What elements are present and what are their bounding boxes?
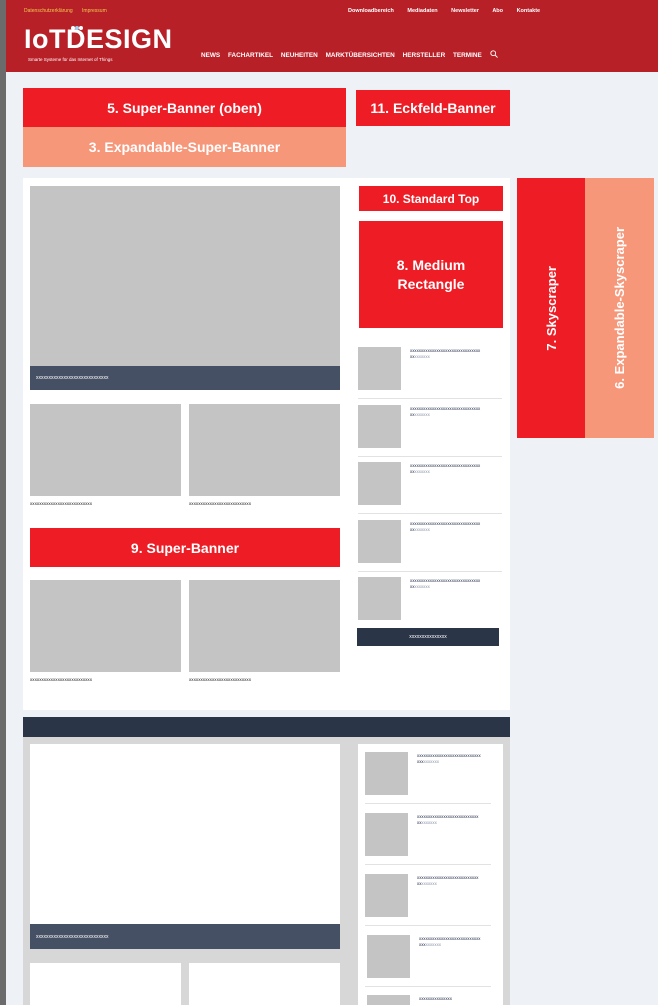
side-item-title[interactable]: xxxxxxxxxxxxxxxxxxxxxxxxxxxx xxxxxxxxx: [417, 814, 497, 826]
divider: [358, 398, 502, 399]
article-caption[interactable]: xxxxxxxxxxxxxxxxxxxxxxxxxxx: [30, 677, 92, 682]
link-newsletter[interactable]: Newsletter: [451, 8, 479, 14]
article-image[interactable]: [30, 404, 181, 496]
side-thumb[interactable]: [365, 813, 408, 856]
article-image[interactable]: [189, 404, 340, 496]
side-item-title[interactable]: xxxxxxxxxxxxxxxxxxxxxxxxxxxxxxxx xxxxxxxx…: [410, 521, 502, 533]
nav-neuheiten[interactable]: NEUHEITEN: [281, 52, 318, 59]
side-thumb[interactable]: [365, 874, 408, 917]
side-item-title[interactable]: xxxxxxxxxxxxxxxxxxxxxxxxxxxxxxxx xxxxxxxx…: [410, 406, 502, 418]
more-articles-button[interactable]: xxxxxxxxxxxxxxx: [357, 628, 499, 646]
link-mediadaten[interactable]: Mediadaten: [407, 8, 437, 14]
divider: [365, 925, 491, 926]
utility-links-right: Downloadbereich Mediadaten Newsletter Ab…: [348, 8, 552, 14]
section-header-bar: [23, 717, 510, 737]
nav-hersteller[interactable]: HERSTELLER: [403, 52, 446, 59]
ad-skyscraper[interactable]: 7. Skyscraper: [517, 178, 585, 438]
article-caption[interactable]: xxxxxxxxxxxxxxxxxxxxxxxxxxx: [189, 501, 251, 506]
side-thumb[interactable]: [365, 752, 408, 795]
nav-fachartikel[interactable]: FACHARTIKEL: [228, 52, 273, 59]
link-downloadbereich[interactable]: Downloadbereich: [348, 8, 394, 14]
logo-tagline: Smarte Systeme für das Internet of Thing…: [28, 57, 113, 62]
article-image[interactable]: [189, 580, 340, 672]
nav-news[interactable]: NEWS: [201, 52, 220, 59]
ad-eckfeld-banner[interactable]: 11. Eckfeld-Banner: [356, 90, 510, 126]
nav-marktuebersichten[interactable]: MARKTÜBERSICHTEN: [326, 52, 395, 59]
article-image[interactable]: [30, 580, 181, 672]
divider: [365, 986, 491, 987]
side-thumb[interactable]: [358, 577, 401, 620]
side-item-title[interactable]: xxxxxxxxxxxxxxx: [419, 996, 497, 1002]
side-item-title[interactable]: xxxxxxxxxxxxxxxxxxxxxxxxxxxxx xxxxxxxxxx: [417, 753, 497, 765]
hero-caption[interactable]: xxxxxxxxxxxxxxxxxxxxxxxxxxxxx: [30, 366, 340, 390]
divider: [358, 571, 502, 572]
ad-super-banner-top[interactable]: 5. Super-Banner (oben): [23, 88, 346, 127]
side-item-title[interactable]: xxxxxxxxxxxxxxxxxxxxxxxxxxxxxxxx xxxxxxxx…: [410, 463, 502, 475]
divider: [358, 456, 502, 457]
link-datenschutz[interactable]: Datenschutzerklärung: [24, 8, 73, 14]
ad-medium-rectangle[interactable]: 8. Medium Rectangle: [359, 221, 503, 328]
page-frame: Datenschutzerklärung Impressum Downloadb…: [0, 0, 658, 1005]
ad-skyscraper-label: 7. Skyscraper: [543, 265, 559, 351]
main-nav: NEWS FACHARTIKEL NEUHEITEN MARKTÜBERSICH…: [201, 50, 504, 60]
hero-image[interactable]: [30, 186, 340, 368]
logo-text: IoTDESIGN: [24, 24, 173, 54]
side-item-title[interactable]: xxxxxxxxxxxxxxxxxxxxxxxxxxxxxxxx xxxxxxxx…: [410, 348, 502, 360]
lower-article-image[interactable]: [189, 963, 340, 1005]
ad-expandable-skyscraper[interactable]: 6. Expandable-Skyscraper: [585, 178, 654, 438]
divider: [358, 513, 502, 514]
article-caption[interactable]: xxxxxxxxxxxxxxxxxxxxxxxxxxx: [189, 677, 251, 682]
side-item-title[interactable]: xxxxxxxxxxxxxxxxxxxxxxxxxxxxxxxx xxxxxxxx…: [410, 578, 502, 590]
link-impressum[interactable]: Impressum: [82, 8, 107, 14]
lower-hero-image[interactable]: [30, 744, 340, 926]
ad-super-banner-mid[interactable]: 9. Super-Banner: [30, 528, 340, 567]
link-kontakte[interactable]: Kontakte: [517, 8, 541, 14]
article-caption[interactable]: xxxxxxxxxxxxxxxxxxxxxxxxxxx: [30, 501, 92, 506]
side-thumb[interactable]: [358, 520, 401, 563]
site-logo[interactable]: IoTDESIGN Smarte Systeme für das Interne…: [24, 24, 172, 66]
side-thumb[interactable]: [358, 462, 401, 505]
link-abo[interactable]: Abo: [492, 8, 503, 14]
lower-article-image[interactable]: [30, 963, 181, 1005]
ad-standard-top[interactable]: 10. Standard Top: [359, 186, 503, 211]
side-thumb[interactable]: [367, 995, 410, 1005]
divider: [365, 864, 491, 865]
side-item-title[interactable]: xxxxxxxxxxxxxxxxxxxxxxxxxxxx xxxxxxxxxx: [419, 936, 497, 948]
ad-expandable-skyscraper-label: 6. Expandable-Skyscraper: [612, 227, 627, 389]
ad-expandable-super-banner[interactable]: 3. Expandable-Super-Banner: [23, 127, 346, 167]
nav-termine[interactable]: TERMINE: [453, 52, 482, 59]
side-thumb[interactable]: [358, 347, 401, 390]
logo-circuit-icon: [70, 18, 84, 30]
side-item-title[interactable]: xxxxxxxxxxxxxxxxxxxxxxxxxxxx xxxxxxxxx: [417, 875, 497, 887]
lower-hero-caption[interactable]: xxxxxxxxxxxxxxxxxxxxxxxxxxxxx: [30, 924, 340, 949]
search-icon[interactable]: [489, 50, 498, 60]
site-header: Datenschutzerklärung Impressum Downloadb…: [6, 0, 658, 72]
side-thumb[interactable]: [358, 405, 401, 448]
utility-links-left: Datenschutzerklärung Impressum: [24, 8, 115, 14]
divider: [365, 803, 491, 804]
side-thumb[interactable]: [367, 935, 410, 978]
